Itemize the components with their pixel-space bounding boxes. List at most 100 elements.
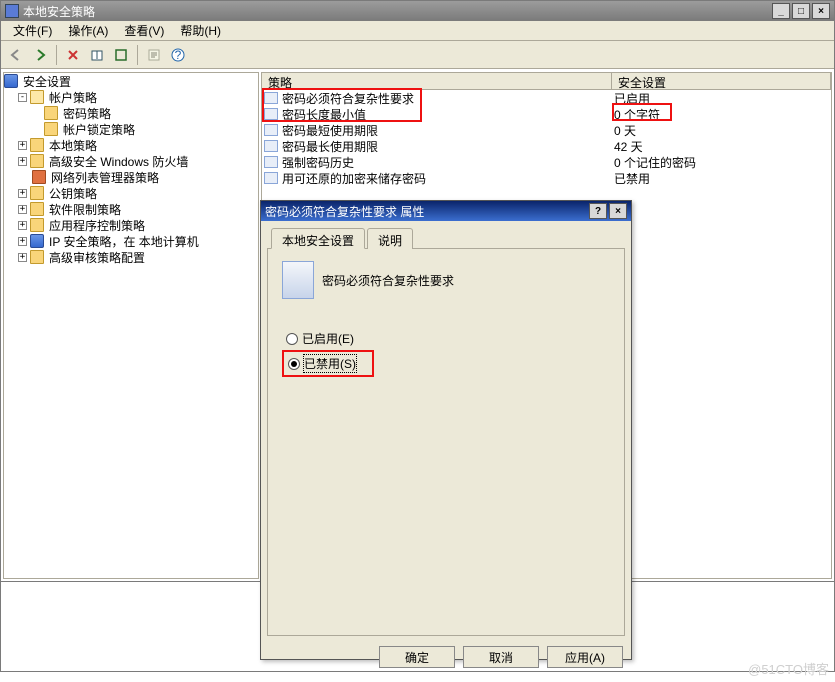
forward-icon[interactable] <box>29 44 51 66</box>
radio-enabled-label: 已启用(E) <box>302 330 354 347</box>
policy-item-icon <box>264 172 278 184</box>
tree-item-advanced-audit[interactable]: + 高级审核策略配置 <box>4 249 258 265</box>
toolbar-separator <box>56 45 57 65</box>
help-icon[interactable]: ? <box>167 44 189 66</box>
toolbar: ? <box>1 41 834 69</box>
back-icon[interactable] <box>5 44 27 66</box>
folder-icon <box>44 106 58 120</box>
policy-item-icon <box>264 156 278 168</box>
titlebar[interactable]: 本地安全策略 _ □ × <box>1 1 834 21</box>
tree-item-network-list-manager[interactable]: 网络列表管理器策略 <box>4 169 258 185</box>
policy-item-icon <box>264 108 278 120</box>
tab-local-security-setting[interactable]: 本地安全设置 <box>271 228 365 249</box>
expand-icon[interactable]: + <box>18 141 27 150</box>
refresh-icon[interactable] <box>110 44 132 66</box>
collapse-icon[interactable]: - <box>18 93 27 102</box>
properties-icon[interactable] <box>143 44 165 66</box>
policy-item-icon <box>264 140 278 152</box>
dialog-button-bar: 确定 取消 应用(A) <box>261 642 631 676</box>
minimize-button[interactable]: _ <box>772 3 790 19</box>
toolbar-separator <box>137 45 138 65</box>
cancel-button[interactable]: 取消 <box>463 646 539 668</box>
tree-item-password-policy[interactable]: 密码策略 <box>4 105 258 121</box>
policy-name: 密码最长使用期限 <box>282 138 378 155</box>
menu-file[interactable]: 文件(F) <box>5 20 60 41</box>
radio-disabled-label: 已禁用(S) <box>304 355 356 372</box>
watermark: @51CTO博客 <box>748 659 829 678</box>
delete-icon[interactable] <box>62 44 84 66</box>
tree-item-public-key-policies[interactable]: + 公钥策略 <box>4 185 258 201</box>
expand-icon[interactable]: + <box>18 253 27 262</box>
tree-pane[interactable]: 安全设置 - 帐户策略 密码策略 帐户锁定策略 <box>3 72 259 579</box>
column-security-setting[interactable]: 安全设置 <box>612 73 831 89</box>
security-settings-icon <box>4 74 18 88</box>
policy-doc-icon <box>282 261 314 299</box>
list-body: 密码必须符合复杂性要求已启用密码长度最小值0 个字符密码最短使用期限0 天密码最… <box>262 90 831 186</box>
list-row[interactable]: 密码长度最小值 0 个字符 <box>262 106 831 122</box>
policy-name: 用可还原的加密来储存密码 <box>282 170 426 187</box>
menu-view[interactable]: 查看(V) <box>116 20 172 41</box>
list-row[interactable]: 用可还原的加密来储存密码 已禁用 <box>262 170 831 186</box>
list-row[interactable]: 密码最长使用期限 42 天 <box>262 138 831 154</box>
maximize-button[interactable]: □ <box>792 3 810 19</box>
tab-page: 密码必须符合复杂性要求 已启用(E) 已禁用(S) <box>267 248 625 636</box>
svg-text:?: ? <box>175 48 182 62</box>
network-policy-icon <box>32 170 46 184</box>
dialog-titlebar[interactable]: 密码必须符合复杂性要求 属性 ? × <box>261 201 631 221</box>
dialog-title: 密码必须符合复杂性要求 属性 <box>265 203 424 220</box>
policy-value: 已禁用 <box>614 172 650 186</box>
expand-icon[interactable]: + <box>18 157 27 166</box>
tree-item-lockout-policy[interactable]: 帐户锁定策略 <box>4 121 258 137</box>
policy-name: 密码长度最小值 <box>282 106 366 123</box>
expand-icon[interactable]: + <box>18 189 27 198</box>
dialog-header-text: 密码必须符合复杂性要求 <box>322 272 454 289</box>
tab-description[interactable]: 说明 <box>367 228 413 249</box>
folder-icon <box>30 250 44 264</box>
tree-item-app-control[interactable]: + 应用程序控制策略 <box>4 217 258 233</box>
policy-item-icon <box>264 92 278 104</box>
tree-item-advanced-firewall[interactable]: + 高级安全 Windows 防火墙 <box>4 153 258 169</box>
tree-item-local-policies[interactable]: + 本地策略 <box>4 137 258 153</box>
tree-root-label: 安全设置 <box>21 73 73 90</box>
tree-item-ip-security[interactable]: + IP 安全策略，在 本地计算机 <box>4 233 258 249</box>
properties-dialog: 密码必须符合复杂性要求 属性 ? × 本地安全设置 说明 密码必须符合复杂性要求… <box>260 200 632 660</box>
radio-disabled[interactable]: 已禁用(S) <box>282 350 374 377</box>
policy-value: 42 天 <box>614 140 643 154</box>
policy-value: 0 天 <box>614 124 636 138</box>
expand-icon[interactable]: + <box>18 205 27 214</box>
dialog-close-button[interactable]: × <box>609 203 627 219</box>
policy-value: 已启用 <box>614 92 650 106</box>
menubar: 文件(F) 操作(A) 查看(V) 帮助(H) <box>1 21 834 41</box>
radio-icon <box>286 333 298 345</box>
folder-open-icon <box>30 90 44 104</box>
menu-help[interactable]: 帮助(H) <box>172 20 229 41</box>
export-icon[interactable] <box>86 44 108 66</box>
list-row[interactable]: 密码最短使用期限 0 天 <box>262 122 831 138</box>
radio-icon <box>288 358 300 370</box>
tree-item-account-policies[interactable]: - 帐户策略 <box>4 89 258 105</box>
apply-button[interactable]: 应用(A) <box>547 646 623 668</box>
dialog-help-button[interactable]: ? <box>589 203 607 219</box>
tree-root[interactable]: 安全设置 <box>4 73 258 89</box>
column-policy[interactable]: 策略 <box>262 73 612 89</box>
app-icon <box>5 4 19 18</box>
folder-icon <box>30 186 44 200</box>
policy-name: 强制密码历史 <box>282 154 354 171</box>
folder-icon <box>30 202 44 216</box>
policy-name: 密码最短使用期限 <box>282 122 378 139</box>
list-row[interactable]: 强制密码历史 0 个记住的密码 <box>262 154 831 170</box>
ipsec-icon <box>30 234 44 248</box>
list-row[interactable]: 密码必须符合复杂性要求已启用 <box>262 90 831 106</box>
policy-value: 0 个字符 <box>614 108 660 122</box>
folder-icon <box>30 138 44 152</box>
tree-item-software-restriction[interactable]: + 软件限制策略 <box>4 201 258 217</box>
close-button[interactable]: × <box>812 3 830 19</box>
expand-icon[interactable]: + <box>18 237 27 246</box>
list-header[interactable]: 策略 安全设置 <box>262 73 831 90</box>
expand-icon[interactable]: + <box>18 221 27 230</box>
menu-action[interactable]: 操作(A) <box>60 20 116 41</box>
ok-button[interactable]: 确定 <box>379 646 455 668</box>
policy-item-icon <box>264 124 278 136</box>
policy-value: 0 个记住的密码 <box>614 156 696 170</box>
radio-enabled[interactable]: 已启用(E) <box>282 327 610 350</box>
